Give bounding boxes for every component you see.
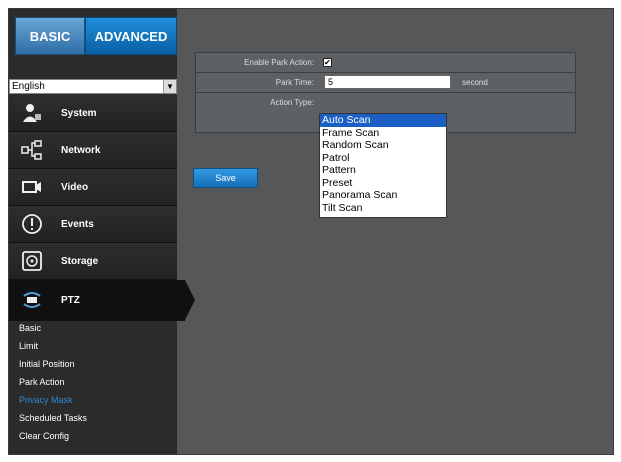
sidebar-item-label: Network [61, 144, 101, 156]
submenu-item-scheduled-tasks[interactable]: Scheduled Tasks [9, 409, 177, 427]
submenu-item-privacy-mask[interactable]: Privacy Mask [9, 391, 177, 409]
language-value: English [12, 81, 45, 92]
tab-advanced[interactable]: ADVANCED [85, 17, 177, 55]
storage-icon [19, 249, 45, 273]
sidebar-item-storage[interactable]: Storage [9, 243, 177, 280]
save-button[interactable]: Save [193, 168, 258, 188]
chevron-down-icon[interactable]: ▼ [163, 80, 176, 93]
enable-row: Enable Park Action: ✔ [195, 52, 576, 73]
submenu-item-clear-config[interactable]: Clear Config [9, 427, 177, 445]
park-time-input[interactable]: 5 [324, 75, 451, 89]
sidebar-item-system[interactable]: System [9, 95, 177, 132]
option-pattern[interactable]: Pattern [320, 164, 446, 177]
language-select[interactable]: English ▼ [9, 79, 177, 94]
submenu-item-initial-position[interactable]: Initial Position [9, 355, 177, 373]
option-random-scan[interactable]: Random Scan [320, 139, 446, 152]
ptz-icon [19, 288, 45, 312]
option-tilt-scan[interactable]: Tilt Scan [320, 202, 446, 215]
sidebar-item-label: Events [61, 218, 94, 230]
park-time-unit: second [462, 78, 488, 87]
sidebar-item-label: Video [61, 181, 89, 193]
sidebar-item-ptz[interactable]: PTZ [9, 280, 195, 321]
sidebar: BASIC ADVANCED English ▼ System Network [9, 9, 195, 454]
sidebar-nav: System Network Video Events Storage PTZ [9, 95, 195, 321]
sidebar-item-label: PTZ [61, 294, 80, 306]
ptz-submenu: Basic Limit Initial Position Park Action… [9, 319, 177, 445]
option-patrol[interactable]: Patrol [320, 152, 446, 165]
sidebar-item-label: System [61, 107, 97, 119]
option-panorama-scan[interactable]: Panorama Scan [320, 189, 446, 202]
option-auto-scan[interactable]: Auto Scan [320, 114, 446, 127]
action-type-label: Action Type: [270, 98, 314, 107]
option-frame-scan[interactable]: Frame Scan [320, 127, 446, 140]
submenu-item-park-action[interactable]: Park Action [9, 373, 177, 391]
submenu-item-limit[interactable]: Limit [9, 337, 177, 355]
sidebar-item-events[interactable]: Events [9, 206, 177, 243]
enable-park-action-label: Enable Park Action: [244, 58, 314, 67]
park-time-label: Park Time: [275, 78, 314, 87]
action-type-dropdown[interactable]: Auto Scan Frame Scan Random Scan Patrol … [319, 113, 447, 218]
option-preset[interactable]: Preset [320, 177, 446, 190]
network-icon [19, 138, 45, 162]
tab-basic[interactable]: BASIC [15, 17, 85, 55]
events-icon [19, 212, 45, 236]
park-time-row: Park Time: 5 second [195, 72, 576, 93]
enable-park-action-checkbox[interactable]: ✔ [323, 58, 332, 67]
sidebar-item-network[interactable]: Network [9, 132, 177, 169]
sidebar-item-label: Storage [61, 255, 99, 267]
sidebar-item-video[interactable]: Video [9, 169, 177, 206]
video-icon [19, 175, 45, 199]
mode-tabs: BASIC ADVANCED [15, 17, 177, 55]
submenu-item-basic[interactable]: Basic [9, 319, 177, 337]
app-frame: BASIC ADVANCED English ▼ System Network [8, 8, 614, 455]
system-icon [19, 101, 45, 125]
